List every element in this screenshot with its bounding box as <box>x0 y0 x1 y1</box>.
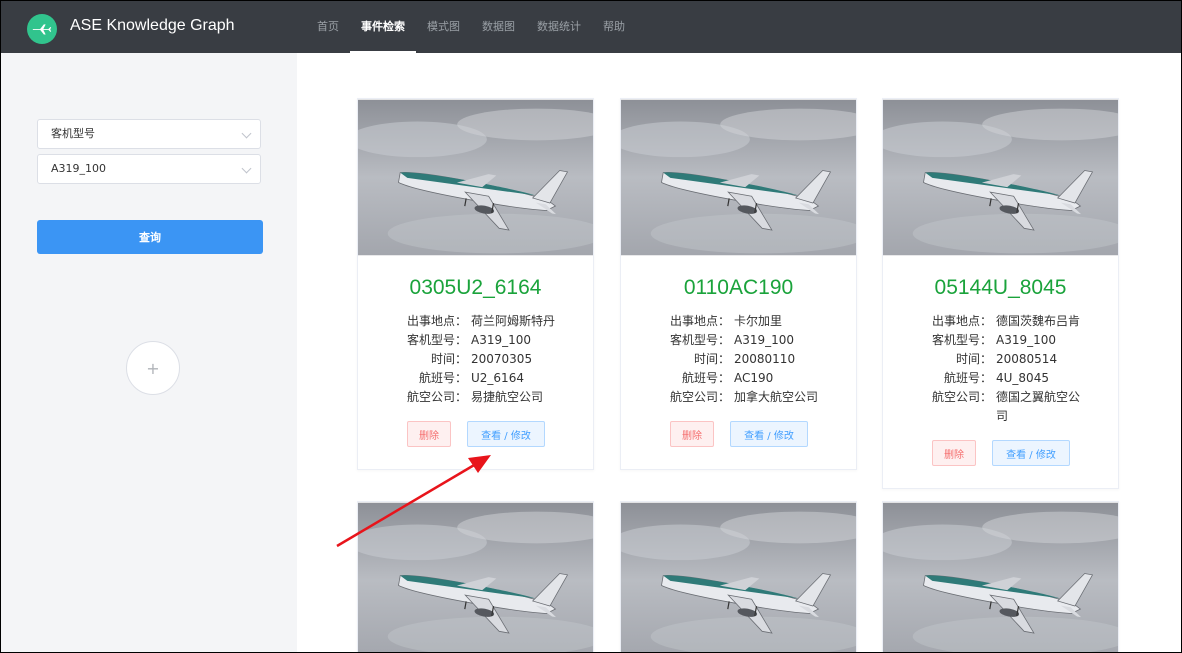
event-info: 出事地点： 卡尔加里 客机型号： A319_100 时间： 20080110 航班号：… <box>621 312 856 407</box>
delete-button[interactable]: 删除 <box>932 440 976 466</box>
card-actions: 删除 查看 / 修改 <box>621 421 856 447</box>
view-edit-button[interactable]: 查看 / 修改 <box>467 421 545 447</box>
location-label: 出事地点： <box>669 314 730 328</box>
airplane-photo <box>883 502 1118 653</box>
event-card: 05144U_8045 出事地点： 德国茨魏布吕肯 客机型号： A319_100 时… <box>882 98 1119 489</box>
event-id-title: 05144U_8045 <box>934 276 1067 299</box>
filter-type-select[interactable]: 客机型号 <box>37 119 261 149</box>
model-label: 客机型号： <box>406 333 467 347</box>
flight-value: U2_6164 <box>471 371 524 385</box>
airplane-logo-icon <box>27 14 57 44</box>
nav-event-search[interactable]: 事件检索 <box>350 1 416 53</box>
header: ASE Knowledge Graph 首页 事件检索 模式图 数据图 数据统计… <box>1 1 1181 53</box>
chevron-down-icon <box>241 163 252 174</box>
main-nav: 首页 事件检索 模式图 数据图 数据统计 帮助 <box>306 1 636 53</box>
view-edit-button[interactable]: 查看 / 修改 <box>730 421 808 447</box>
model-label: 客机型号： <box>669 333 730 347</box>
time-value: 20070305 <box>471 352 533 366</box>
location-label: 出事地点： <box>406 314 467 328</box>
airline-value: 易捷航空公司 <box>471 390 544 404</box>
flight-label: 航班号： <box>418 371 467 385</box>
location-label: 出事地点： <box>931 314 992 328</box>
location-value: 卡尔加里 <box>734 314 783 328</box>
airplane-photo <box>621 99 856 256</box>
filter-type-value: 客机型号 <box>51 127 95 140</box>
view-edit-button[interactable]: 查看 / 修改 <box>992 440 1070 466</box>
delete-button[interactable]: 删除 <box>407 421 451 447</box>
flight-value: 4U_8045 <box>996 371 1049 385</box>
nav-help[interactable]: 帮助 <box>592 1 636 53</box>
event-card <box>357 501 594 653</box>
event-info: 出事地点： 德国茨魏布吕肯 客机型号： A319_100 时间： 20080514 航… <box>883 312 1118 426</box>
event-card: 0110AC190 出事地点： 卡尔加里 客机型号： A319_100 时间： 200… <box>620 98 857 470</box>
location-value: 德国茨魏布吕肯 <box>996 314 1081 328</box>
time-value: 20080514 <box>996 352 1058 366</box>
filter-model-value: A319_100 <box>51 162 107 175</box>
model-value: A319_100 <box>471 333 532 347</box>
nav-home[interactable]: 首页 <box>306 1 350 53</box>
airline-value: 加拿大航空公司 <box>734 390 819 404</box>
filter-model-select[interactable]: A319_100 <box>37 154 261 184</box>
chevron-down-icon <box>241 128 252 139</box>
flight-value: AC190 <box>734 371 774 385</box>
nav-data-graph[interactable]: 数据图 <box>471 1 526 53</box>
time-label: 时间： <box>693 352 730 366</box>
add-event-button[interactable]: + <box>126 341 180 395</box>
location-value: 荷兰阿姆斯特丹 <box>471 314 556 328</box>
time-label: 时间： <box>955 352 992 366</box>
airplane-photo <box>358 502 593 653</box>
time-label: 时间： <box>430 352 467 366</box>
airline-value: 德国之翼航空公司 <box>996 390 1081 423</box>
airplane-photo <box>621 502 856 653</box>
nav-schema-graph[interactable]: 模式图 <box>416 1 471 53</box>
model-value: A319_100 <box>996 333 1057 347</box>
app-window: ASE Knowledge Graph 首页 事件检索 模式图 数据图 数据统计… <box>0 0 1182 653</box>
airplane-photo <box>883 99 1118 256</box>
event-id-title: 0110AC190 <box>683 276 794 299</box>
event-id-title: 0305U2_6164 <box>409 276 542 299</box>
nav-data-statistics[interactable]: 数据统计 <box>526 1 592 53</box>
model-value: A319_100 <box>734 333 795 347</box>
flight-label: 航班号： <box>681 371 730 385</box>
event-info: 出事地点： 荷兰阿姆斯特丹 客机型号： A319_100 时间： 20070305 航… <box>358 312 593 407</box>
event-card <box>882 501 1119 653</box>
model-label: 客机型号： <box>931 333 992 347</box>
flight-label: 航班号： <box>943 371 992 385</box>
airplane-photo <box>358 99 593 256</box>
delete-button[interactable]: 删除 <box>670 421 714 447</box>
event-card: 0305U2_6164 出事地点： 荷兰阿姆斯特丹 客机型号： A319_100 时… <box>357 98 594 470</box>
airline-label: 航空公司： <box>669 390 730 404</box>
event-card <box>620 501 857 653</box>
sidebar: 客机型号 A319_100 查询 + <box>1 53 297 652</box>
query-button[interactable]: 查询 <box>37 220 263 254</box>
card-actions: 删除 查看 / 修改 <box>883 440 1118 466</box>
brand-title[interactable]: ASE Knowledge Graph <box>70 17 235 35</box>
time-value: 20080110 <box>734 352 796 366</box>
airline-label: 航空公司： <box>931 390 992 404</box>
airline-label: 航空公司： <box>406 390 467 404</box>
card-actions: 删除 查看 / 修改 <box>358 421 593 447</box>
plus-icon: + <box>146 358 160 378</box>
